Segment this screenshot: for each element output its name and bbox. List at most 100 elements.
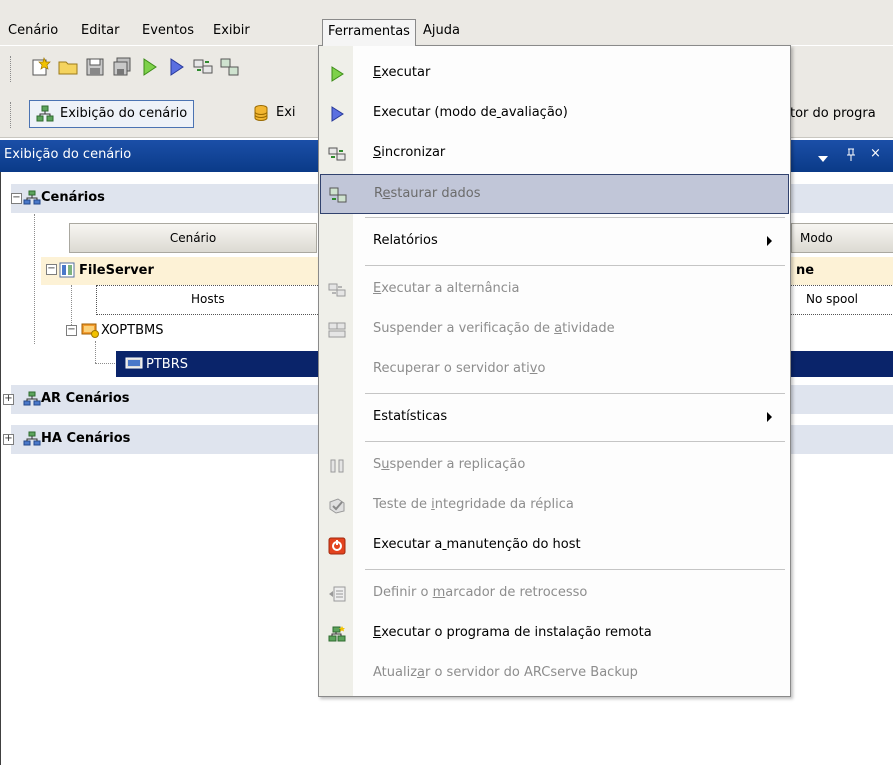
synchronize-icon[interactable] bbox=[192, 56, 214, 78]
menu-item-label: Restaurar dados bbox=[374, 186, 481, 201]
close-panel-icon[interactable]: × bbox=[870, 146, 881, 161]
menu-item-label: Suspender a verificação de atividade bbox=[373, 321, 615, 336]
remote-install-icon bbox=[328, 626, 346, 642]
menu-item-label: Executar (modo de avaliação) bbox=[373, 105, 568, 120]
tools-dropdown-menu: Executar Executar (modo de avaliação) Si… bbox=[318, 45, 791, 697]
menu-editar[interactable]: Editar bbox=[76, 21, 125, 43]
scenario-view-icon bbox=[36, 105, 54, 122]
scenario-group-icon bbox=[23, 190, 41, 205]
save-all-icon[interactable] bbox=[111, 56, 133, 78]
restore-icon bbox=[329, 187, 347, 203]
hosts-header: Hosts bbox=[191, 292, 225, 306]
menu-item-label: Atualizar o servidor do ARCserve Backup bbox=[373, 665, 638, 680]
menu-item-executar[interactable]: Executar bbox=[320, 54, 789, 94]
host-replica-name[interactable]: PTBRS bbox=[146, 357, 188, 372]
menu-item-label: Executar bbox=[373, 65, 431, 80]
menu-item-sincronizar[interactable]: Sincronizar bbox=[320, 134, 789, 174]
tree-line bbox=[95, 341, 96, 363]
run-blue-icon[interactable] bbox=[165, 56, 187, 78]
fileserver-icon bbox=[59, 262, 75, 278]
collapse-icon[interactable]: − bbox=[46, 264, 57, 275]
menu-item-label: Executar a manutenção do host bbox=[373, 537, 581, 552]
menu-item-teste-integridade[interactable]: Teste de integridade da réplica bbox=[320, 486, 789, 526]
menu-item-label: Definir o marcador de retrocesso bbox=[373, 585, 588, 600]
menu-item-label: Executar o programa de instalação remota bbox=[373, 625, 652, 640]
collapse-icon[interactable]: − bbox=[66, 325, 77, 336]
menu-item-label: Executar a alternância bbox=[373, 281, 520, 296]
save-icon[interactable] bbox=[84, 56, 106, 78]
scenario-group-icon bbox=[23, 391, 41, 406]
menu-exibir[interactable]: Exibir bbox=[208, 21, 255, 43]
toolbar-grip[interactable] bbox=[10, 102, 13, 128]
menu-item-estatisticas[interactable]: Estatísticas bbox=[320, 398, 789, 438]
menu-item-instalacao-remota[interactable]: Executar o programa de instalação remota bbox=[320, 614, 789, 654]
group-label: AR Cenários bbox=[41, 391, 130, 406]
tree-line bbox=[34, 214, 35, 344]
pin-icon[interactable] bbox=[846, 148, 856, 166]
menu-separator bbox=[365, 569, 785, 570]
data-view-label: Exi bbox=[276, 105, 296, 120]
menu-item-suspender-replicacao[interactable]: Suspender a replicação bbox=[320, 446, 789, 486]
column-header-cenario[interactable]: Cenário bbox=[69, 223, 317, 253]
menu-cenario[interactable]: Cenário bbox=[3, 21, 63, 43]
menu-item-label: Suspender a replicação bbox=[373, 457, 526, 472]
menu-item-label: Teste de integridade da réplica bbox=[373, 497, 574, 512]
open-folder-icon[interactable] bbox=[57, 56, 79, 78]
scenario-group-icon bbox=[23, 431, 41, 446]
scenario-name: FileServer bbox=[79, 263, 154, 278]
tree-line bbox=[95, 363, 115, 364]
menu-separator bbox=[365, 217, 785, 218]
menu-item-relatorios[interactable]: Relatórios bbox=[320, 222, 789, 262]
maintenance-icon bbox=[328, 537, 346, 555]
menu-item-label: Estatísticas bbox=[373, 409, 448, 424]
bookmark-icon bbox=[329, 586, 346, 602]
menu-separator bbox=[365, 265, 785, 266]
expand-icon[interactable]: + bbox=[3, 434, 14, 445]
menu-separator bbox=[365, 441, 785, 442]
menu-ferramentas[interactable]: Ferramentas bbox=[322, 19, 416, 46]
toolbar-grip[interactable] bbox=[10, 56, 13, 82]
submenu-arrow-icon bbox=[767, 236, 772, 246]
column-header-modo[interactable]: Modo bbox=[791, 223, 893, 253]
menu-item-suspender-verificacao[interactable]: Suspender a verificação de atividade bbox=[320, 310, 789, 350]
menu-item-executar-avaliacao[interactable]: Executar (modo de avaliação) bbox=[320, 94, 789, 134]
switchover-icon bbox=[328, 283, 346, 297]
host-master-name[interactable]: XOPTBMS bbox=[101, 323, 163, 338]
menu-item-label: Recuperar o servidor ativo bbox=[373, 361, 546, 376]
menu-item-executar-alternancia[interactable]: Executar a alternância bbox=[320, 270, 789, 310]
submenu-arrow-icon bbox=[767, 412, 772, 422]
menu-item-restaurar-dados[interactable]: Restaurar dados bbox=[320, 174, 789, 214]
data-view-button[interactable]: Exi bbox=[246, 100, 302, 128]
restore-data-icon[interactable] bbox=[219, 56, 241, 78]
scenario-mode: ne bbox=[796, 263, 815, 278]
menu-item-recuperar-servidor[interactable]: Recuperar o servidor ativo bbox=[320, 350, 789, 390]
menu-item-manutencao-host[interactable]: Executar a manutenção do host bbox=[320, 526, 789, 566]
panel-dropdown-icon[interactable] bbox=[818, 152, 828, 167]
pause-icon bbox=[330, 459, 344, 473]
panel-title: Exibição do cenário bbox=[4, 147, 132, 162]
play-blue-icon bbox=[331, 106, 344, 122]
menu-eventos[interactable]: Eventos bbox=[137, 21, 199, 43]
run-green-icon[interactable] bbox=[138, 56, 160, 78]
scenario-view-button[interactable]: Exibição do cenário bbox=[29, 100, 195, 128]
menu-item-label: Sincronizar bbox=[373, 145, 446, 160]
menu-item-atualizar-arcserve[interactable]: Atualizar o servidor do ARCserve Backup bbox=[320, 654, 789, 694]
database-icon bbox=[254, 105, 268, 121]
expand-icon[interactable]: + bbox=[3, 394, 14, 405]
group-label: Cenários bbox=[41, 190, 105, 205]
sync-icon bbox=[328, 147, 346, 161]
scenario-view-label: Exibição do cenário bbox=[60, 106, 188, 121]
menu-separator bbox=[365, 393, 785, 394]
suspend-check-icon bbox=[328, 322, 346, 338]
collapse-icon[interactable]: − bbox=[11, 193, 22, 204]
integrity-icon bbox=[329, 498, 345, 514]
menu-item-label: Relatórios bbox=[373, 233, 438, 248]
menu-item-marcador-retrocesso[interactable]: Definir o marcador de retrocesso bbox=[320, 574, 789, 614]
menu-bar: Cenário Editar Eventos Exibir Ferramenta… bbox=[0, 0, 893, 46]
menu-ajuda[interactable]: Ajuda bbox=[418, 21, 465, 43]
replica-host-icon bbox=[125, 357, 143, 369]
group-label: HA Cenários bbox=[41, 431, 131, 446]
manager-view-label[interactable]: tor do progra bbox=[790, 106, 876, 121]
play-green-icon bbox=[331, 66, 344, 82]
new-scenario-icon[interactable] bbox=[30, 56, 52, 78]
